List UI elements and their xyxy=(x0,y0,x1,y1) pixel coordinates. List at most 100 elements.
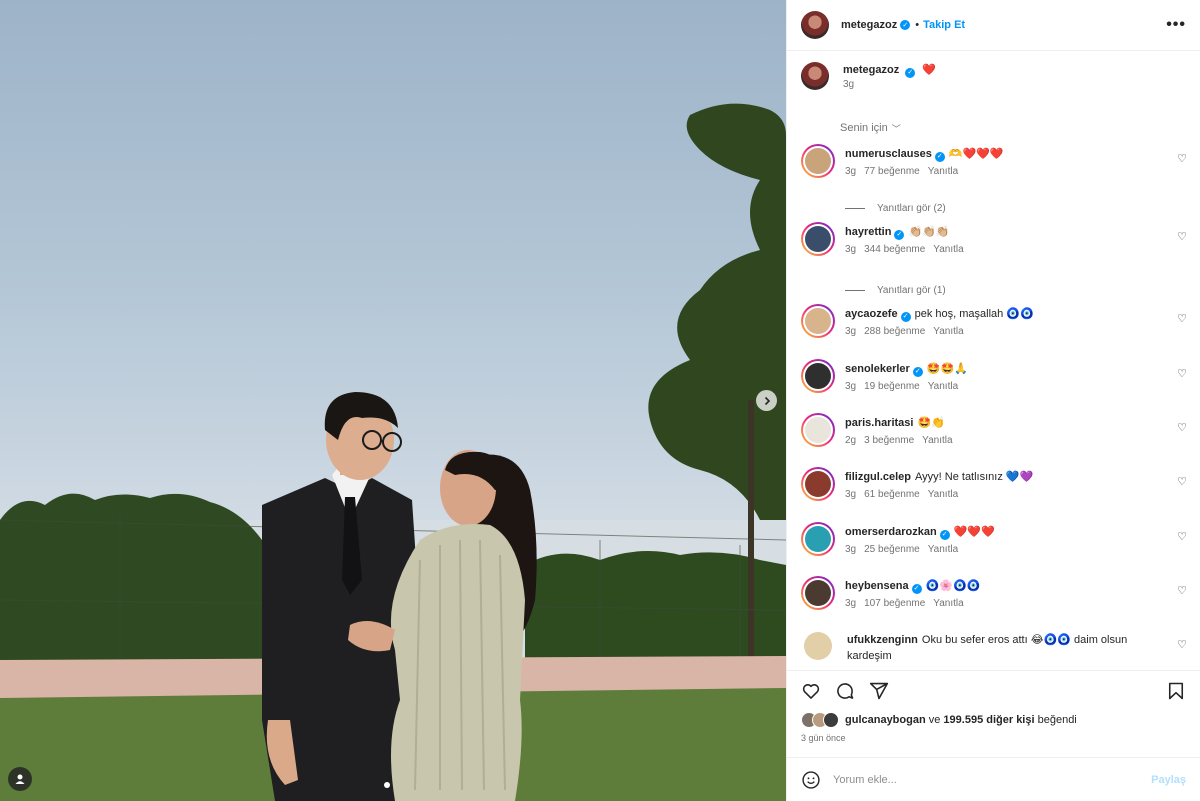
reply-button[interactable]: Yanıtla xyxy=(928,489,958,500)
comment-username[interactable]: paris.haritasi xyxy=(845,417,913,429)
comment-username[interactable]: ufukkzenginn xyxy=(847,634,918,646)
share-button[interactable] xyxy=(869,681,889,701)
emoji-button[interactable] xyxy=(801,770,821,790)
reply-button[interactable]: Yanıtla xyxy=(928,544,958,555)
liked-by-others[interactable]: 199.595 diğer kişi xyxy=(943,714,1034,726)
verified-icon: ✓ xyxy=(911,584,922,594)
author-username[interactable]: metegazoz xyxy=(841,19,897,31)
comment-likes[interactable]: 77 beğenme xyxy=(864,166,920,177)
comment-item: aycaozefe ✓ pek hoş, maşallah 🧿🧿 3g 288 beğ… xyxy=(787,304,1200,359)
comment-username[interactable]: aycaozefe xyxy=(845,308,898,320)
comment-like-icon[interactable]: ♡ xyxy=(1177,530,1187,543)
replies-line xyxy=(845,207,865,209)
comment-likes[interactable]: 288 beğenme xyxy=(864,326,925,337)
comment-likes[interactable]: 344 beğenme xyxy=(864,244,925,255)
commenter-avatar[interactable] xyxy=(801,522,835,556)
chevron-down-icon: ﹀ xyxy=(891,123,901,134)
replies-line xyxy=(845,289,865,291)
view-replies-label: Yanıtları gör (1) xyxy=(877,284,946,296)
comment-text: 🧿🌸🧿🧿 xyxy=(925,580,981,592)
comment-like-icon[interactable]: ♡ xyxy=(1177,584,1187,597)
commenter-avatar[interactable] xyxy=(801,359,835,393)
comment-likes[interactable]: 19 beğenme xyxy=(864,381,920,392)
comment-like-icon[interactable]: ♡ xyxy=(1177,421,1187,434)
liked-by-username[interactable]: gulcanaybogan xyxy=(845,714,926,726)
comment-sort-dropdown[interactable]: Senin için ﹀ xyxy=(840,112,1200,144)
comment-item: numerusclauses ✓ 🫶❤️❤️❤️ 3g 77 beğenme Yanıt… xyxy=(787,144,1200,194)
comment-time: 3g xyxy=(845,381,857,392)
comment-username[interactable]: numerusclauses xyxy=(845,148,932,160)
reply-button[interactable]: Yanıtla xyxy=(933,598,963,609)
comment-like-icon[interactable]: ♡ xyxy=(1177,638,1187,651)
share-icon xyxy=(869,682,889,699)
reply-button[interactable]: Yanıtla xyxy=(928,166,958,177)
verified-icon: ✓ xyxy=(894,230,905,240)
liked-by-connector: ve xyxy=(925,714,944,726)
comment-likes[interactable]: 25 beğenme xyxy=(864,544,920,555)
more-icon[interactable]: ••• xyxy=(1166,16,1186,34)
comment-button[interactable] xyxy=(835,681,855,701)
commenter-avatar[interactable] xyxy=(801,144,835,178)
commenter-avatar[interactable] xyxy=(801,467,835,501)
comment-text: Oku bu sefer eros attı 😂🧿🧿 daim olsun xyxy=(921,634,1128,646)
comment-like-icon[interactable]: ♡ xyxy=(1177,312,1187,325)
view-replies-button[interactable]: Yanıtları gör (2) xyxy=(845,194,1200,222)
verified-icon: ✓ xyxy=(900,20,911,30)
comment-time: 3g xyxy=(845,598,857,609)
caption-time: 3g xyxy=(843,79,855,90)
save-button[interactable] xyxy=(1166,681,1186,701)
commenter-avatar[interactable] xyxy=(804,632,832,660)
reply-button[interactable]: Yanıtla xyxy=(928,381,958,392)
comment-time: 3g xyxy=(845,489,857,500)
tagged-users-button[interactable] xyxy=(8,767,32,791)
comment-text-continued: kardeşim xyxy=(847,650,892,662)
comment-text: 👏🏼👏🏼👏🏼 xyxy=(908,226,950,238)
comment-time: 3g xyxy=(845,244,857,255)
caption-avatar[interactable] xyxy=(801,62,829,90)
comment-text: 🤩👏 xyxy=(917,417,945,429)
comment-likes[interactable]: 107 beğenme xyxy=(864,598,925,609)
comment-time: 2g xyxy=(845,435,857,446)
comment-username[interactable]: hayrettin xyxy=(845,226,891,238)
reply-button[interactable]: Yanıtla xyxy=(922,435,952,446)
comment-like-icon[interactable]: ♡ xyxy=(1177,230,1187,243)
liked-by-avatars xyxy=(801,712,839,728)
commenter-avatar[interactable] xyxy=(801,413,835,447)
commenter-avatar[interactable] xyxy=(801,222,835,256)
view-replies-button[interactable]: Yanıtları gör (1) xyxy=(845,276,1200,304)
comment-username[interactable]: senolekerler xyxy=(845,363,910,375)
post-comment-button[interactable]: Paylaş xyxy=(1151,774,1186,786)
comment-username[interactable]: heybensena xyxy=(845,580,909,592)
verified-icon: ✓ xyxy=(934,152,945,162)
comment-text: 🤩🤩🙏 xyxy=(926,363,968,375)
comment-username[interactable]: filizgul.celep xyxy=(845,471,911,483)
comment-item: heybensena ✓ 🧿🌸🧿🧿 3g 107 beğenme Yanıtla ♡ xyxy=(787,576,1200,630)
liker-avatar xyxy=(823,712,839,728)
add-comment-bar: Paylaş xyxy=(787,757,1200,801)
post-photo xyxy=(0,0,786,801)
comments-scroll[interactable]: metegazoz ✓ ❤️ 3g Senin için ﹀ numeruscl… xyxy=(787,52,1200,669)
like-button[interactable] xyxy=(801,681,821,701)
separator-dot: • xyxy=(915,19,920,31)
commenter-avatar[interactable] xyxy=(801,576,835,610)
liked-by-summary: gulcanaybogan ve 199.595 diğer kişi beğe… xyxy=(801,712,1077,728)
comment-like-icon[interactable]: ♡ xyxy=(1177,475,1187,488)
comment-username[interactable]: omerserdarozkan xyxy=(845,526,937,538)
comment-likes[interactable]: 61 beğenme xyxy=(864,489,920,500)
emoji-icon xyxy=(802,770,820,789)
comment-input[interactable] xyxy=(833,773,1152,786)
commenter-avatar[interactable] xyxy=(801,304,835,338)
comment-likes[interactable]: 3 beğenme xyxy=(864,435,914,446)
reply-button[interactable]: Yanıtla xyxy=(933,244,963,255)
carousel-next-button[interactable] xyxy=(756,390,777,411)
comment-item: paris.haritasi 🤩👏 2g 3 beğenme Yanıtla ♡ xyxy=(787,413,1200,467)
comment-like-icon[interactable]: ♡ xyxy=(1177,152,1187,165)
comment-item: omerserdarozkan ✓ ❤️❤️❤️ 3g 25 beğenme Yanıt… xyxy=(787,522,1200,576)
author-avatar[interactable] xyxy=(801,11,829,39)
reply-button[interactable]: Yanıtla xyxy=(933,326,963,337)
caption-username[interactable]: metegazoz xyxy=(843,64,899,76)
post-header: metegazoz ✓ • Takip Et ••• xyxy=(787,0,1200,51)
post-caption: metegazoz ✓ ❤️ 3g xyxy=(787,52,1200,112)
follow-button[interactable]: Takip Et xyxy=(923,19,965,31)
comment-like-icon[interactable]: ♡ xyxy=(1177,367,1187,380)
